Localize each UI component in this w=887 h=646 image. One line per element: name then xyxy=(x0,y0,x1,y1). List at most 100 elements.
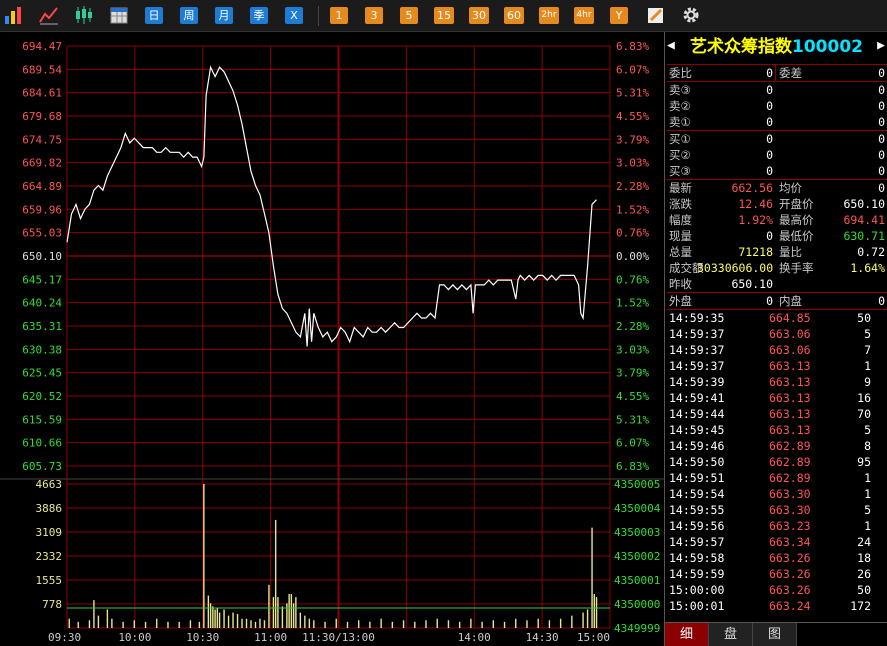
candlestick-icon[interactable] xyxy=(73,4,95,26)
hour-2-button[interactable]: 2hr xyxy=(539,7,559,24)
buy-level-row: 买② 0 0 xyxy=(667,147,887,163)
percent-tick-label: 3.79% xyxy=(616,367,649,380)
tick-price: 663.26 xyxy=(769,567,811,581)
tick-volume: 9 xyxy=(864,375,871,389)
percent-tick-label: 1.52% xyxy=(616,203,649,216)
minute-60-button[interactable]: 60 xyxy=(504,7,524,24)
period-quarter-button[interactable]: 季 xyxy=(250,7,268,24)
stat-row: 最新 662.56 均价 0 xyxy=(667,180,887,196)
tick-price: 663.30 xyxy=(769,487,811,501)
period-month-button[interactable]: 月 xyxy=(215,7,233,24)
tick-volume: 24 xyxy=(857,535,871,549)
percent-tick-label: 6.83% xyxy=(616,40,649,53)
sell-price: 0 xyxy=(766,83,773,97)
price-tick-label: 659.96 xyxy=(22,203,62,216)
stat-row: 总量 71218 量比 0.72 xyxy=(667,244,887,260)
sell-level-row: 卖③ 0 0 xyxy=(667,82,887,98)
percent-tick-label: 6.83% xyxy=(616,460,649,473)
stat-label: 最低价 xyxy=(779,229,814,243)
tick-volume: 50 xyxy=(857,583,871,597)
minute-3-button[interactable]: 3 xyxy=(365,7,383,24)
tick-price: 663.26 xyxy=(769,551,811,565)
year-button[interactable]: Y xyxy=(610,7,628,24)
tick-volume: 5 xyxy=(864,327,871,341)
stat-value: 694.41 xyxy=(843,213,885,227)
price-tick-label: 610.66 xyxy=(22,437,62,450)
price-tick-label: 664.89 xyxy=(22,180,62,193)
time-tick-label: 10:00 xyxy=(118,631,151,644)
tab-depth[interactable]: 盘 xyxy=(709,623,753,646)
buy-price: 0 xyxy=(766,164,773,178)
tick-price: 662.89 xyxy=(769,471,811,485)
stat-label: 换手率 xyxy=(779,261,814,275)
toolbar: 日 周 月 季 X 1 3 5 15 30 60 2hr 4hr Y xyxy=(0,0,887,32)
percent-tick-label: 6.07% xyxy=(616,437,649,450)
buy-volume: 0 xyxy=(878,164,885,178)
calendar-icon[interactable] xyxy=(108,4,130,26)
stat-value: 0.72 xyxy=(857,245,885,259)
minute-5-button[interactable]: 5 xyxy=(400,7,418,24)
weibi-value: 0 xyxy=(766,66,773,80)
tick-row: 14:59:37 663.06 5 xyxy=(667,326,887,342)
tick-row: 14:59:37 663.06 7 xyxy=(667,342,887,358)
quote-panel: ◀ 艺术众筹指数100002 ▶ 委比 0 委差 0 卖③ 0 0 卖② 0 0 卖① 0 0 买① 0 0 买… xyxy=(664,32,887,646)
percent-tick-label: 6.07% xyxy=(616,63,649,76)
intraday-chart[interactable]: 694.47 689.54 684.61 679.68 674.75 669.82 664.… xyxy=(0,32,664,646)
tick-time: 14:59:59 xyxy=(669,567,725,581)
price-tick-label: 689.54 xyxy=(22,63,62,76)
volume-right-tick-label: 4350003 xyxy=(614,526,660,539)
sell-price: 0 xyxy=(766,115,773,129)
tab-ticks[interactable]: 细 xyxy=(665,623,709,646)
tick-time: 14:59:51 xyxy=(669,471,725,485)
tick-price: 663.24 xyxy=(769,599,811,613)
minute-30-button[interactable]: 30 xyxy=(469,7,489,24)
percent-tick-label: 0.76% xyxy=(616,227,649,240)
pencil-icon[interactable] xyxy=(645,4,667,26)
buy-price: 0 xyxy=(766,148,773,162)
stat-label: 最高价 xyxy=(779,213,814,227)
stat-label: 幅度 xyxy=(669,213,692,227)
hour-4-button[interactable]: 4hr xyxy=(574,7,594,24)
next-symbol-arrow-icon[interactable]: ▶ xyxy=(877,38,885,53)
instrument-name: 艺术众筹指数 xyxy=(690,37,792,57)
minute-1-button[interactable]: 1 xyxy=(330,7,348,24)
stat-value: 630.71 xyxy=(843,229,885,243)
tick-volume: 26 xyxy=(857,567,871,581)
time-tick-label: 10:30 xyxy=(186,631,219,644)
percent-axis-labels: 6.83% 6.07% 5.31% 4.55% 3.79% 3.03% 2.28% 1.52%… xyxy=(616,40,649,473)
period-day-button[interactable]: 日 xyxy=(145,7,163,24)
price-tick-label: 640.24 xyxy=(22,297,62,310)
percent-tick-label: 1.52% xyxy=(616,297,649,310)
tick-volume: 1 xyxy=(864,471,871,485)
volume-right-tick-label: 4350005 xyxy=(614,478,660,491)
stat-value: 0 xyxy=(878,181,885,195)
line-chart-icon[interactable] xyxy=(38,4,60,26)
tick-time: 14:59:57 xyxy=(669,535,725,549)
stat-value: 662.56 xyxy=(731,181,773,195)
tab-chart[interactable]: 图 xyxy=(753,623,797,646)
price-tick-label: 645.17 xyxy=(22,273,62,286)
bar-chart-icon[interactable] xyxy=(3,4,25,26)
stat-value: 12.46 xyxy=(738,197,773,211)
tick-volume: 18 xyxy=(857,551,871,565)
gear-icon[interactable] xyxy=(680,4,702,26)
percent-tick-label: 3.03% xyxy=(616,157,649,170)
price-tick-label: 625.45 xyxy=(22,367,62,380)
tick-price: 663.23 xyxy=(769,519,811,533)
tick-price: 663.13 xyxy=(769,407,811,421)
minute-15-button[interactable]: 15 xyxy=(434,7,454,24)
tick-row: 14:59:46 662.89 8 xyxy=(667,438,887,454)
tick-row: 14:59:55 663.30 5 xyxy=(667,502,887,518)
period-x-button[interactable]: X xyxy=(285,7,303,24)
time-tick-label: 14:30 xyxy=(526,631,559,644)
tick-volume: 172 xyxy=(850,599,871,613)
chart-grid xyxy=(0,45,664,629)
tick-volume: 1 xyxy=(864,487,871,501)
stat-label: 最新 xyxy=(669,181,692,195)
stat-value: 1.92% xyxy=(738,213,773,227)
tick-time: 14:59:58 xyxy=(669,551,725,565)
tick-time: 14:59:44 xyxy=(669,407,725,421)
price-tick-label: 669.82 xyxy=(22,157,62,170)
period-week-button[interactable]: 周 xyxy=(180,7,198,24)
price-tick-label: 605.73 xyxy=(22,460,62,473)
